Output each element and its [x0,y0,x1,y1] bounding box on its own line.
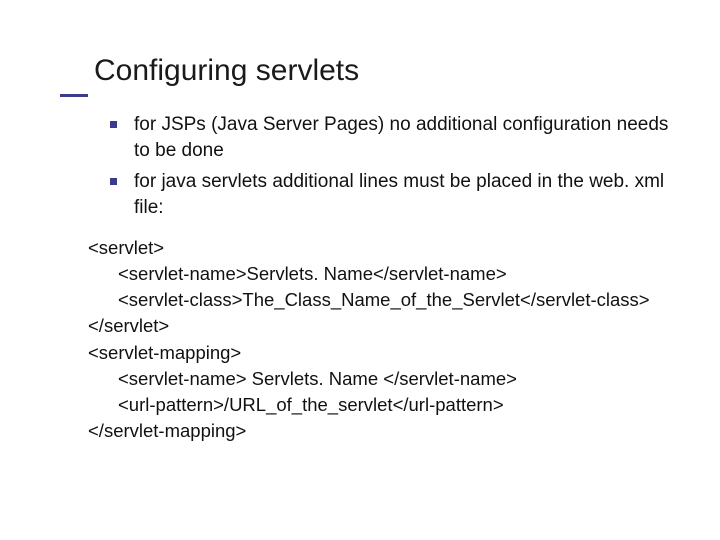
code-line: <servlet-class>The_Class_Name_of_the_Ser… [88,287,670,313]
code-line: </servlet-mapping> [88,418,670,444]
title-row: Configuring servlets [94,54,670,88]
accent-bar [60,94,88,97]
code-line: <servlet> [88,235,670,261]
bullet-item: for JSPs (Java Server Pages) no addition… [110,112,670,163]
code-line: <servlet-mapping> [88,340,670,366]
bullet-list: for JSPs (Java Server Pages) no addition… [110,112,670,221]
slide: Configuring servlets for JSPs (Java Serv… [0,0,720,540]
slide-title: Configuring servlets [94,54,670,88]
code-line: <servlet-name>Servlets. Name</servlet-na… [88,261,670,287]
code-block: <servlet> <servlet-name>Servlets. Name</… [88,235,670,445]
bullet-item: for java servlets additional lines must … [110,169,670,220]
code-line: <url-pattern>/URL_of_the_servlet</url-pa… [88,392,670,418]
code-line: <servlet-name> Servlets. Name </servlet-… [88,366,670,392]
code-line: </servlet> [88,313,670,339]
